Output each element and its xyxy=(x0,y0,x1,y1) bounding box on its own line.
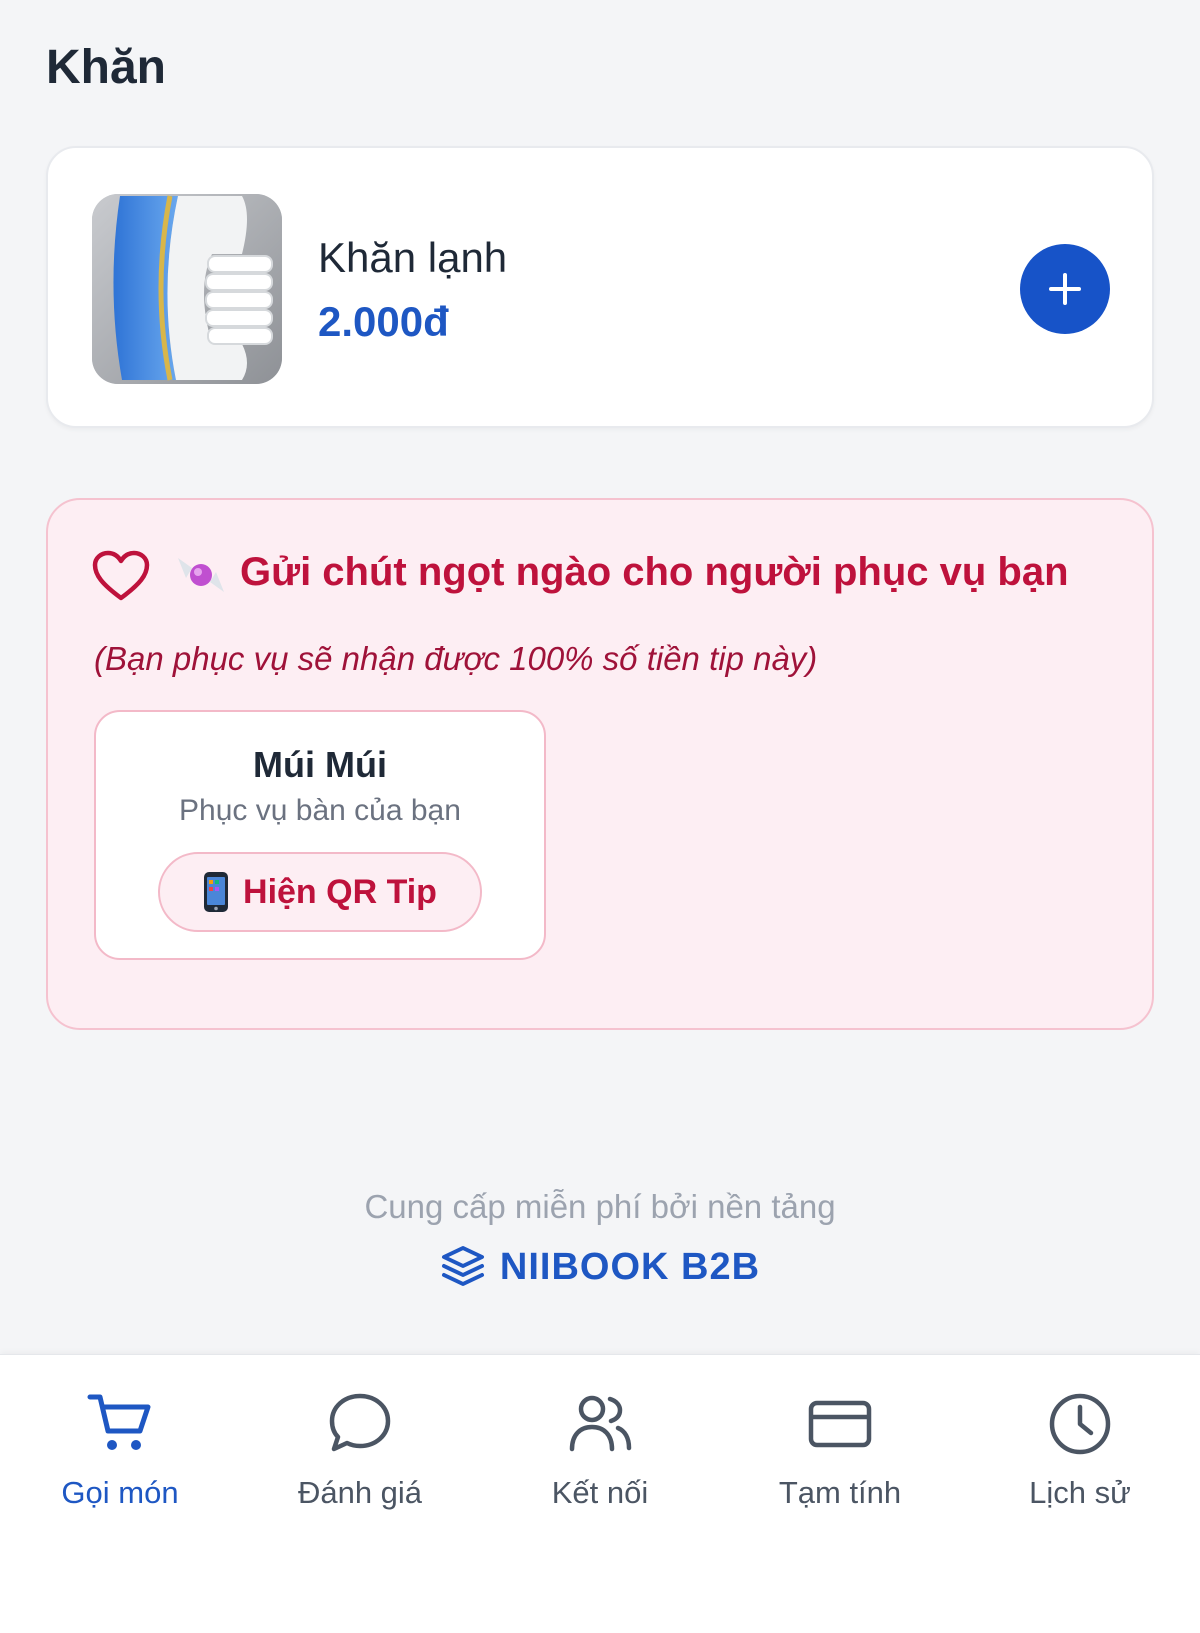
nav-item-subtotal[interactable]: Tạm tính xyxy=(720,1391,960,1521)
nav-label-order: Gọi món xyxy=(61,1475,179,1510)
product-image xyxy=(92,194,282,384)
brand[interactable]: NIIBOOK B2B xyxy=(0,1244,1200,1290)
product-name: Khăn lạnh xyxy=(318,234,508,281)
nav-item-history[interactable]: Lịch sử xyxy=(960,1391,1200,1521)
nav-item-review[interactable]: Đánh giá xyxy=(240,1391,480,1521)
brand-name: NIIBOOK B2B xyxy=(499,1245,761,1288)
footer-provided-by: Cung cấp miễn phí bởi nền tảng xyxy=(364,1188,836,1225)
card-icon xyxy=(808,1400,872,1448)
candy-icon xyxy=(178,558,224,592)
nav-label-connect: Kết nối xyxy=(551,1475,649,1510)
add-to-cart-button[interactable] xyxy=(1020,244,1110,334)
tip-section: Gửi chút ngọt ngào cho người phục vụ bạn… xyxy=(46,498,1154,1030)
show-qr-tip-label: Hiện QR Tip xyxy=(243,872,437,911)
plus-icon xyxy=(1049,273,1081,305)
users-icon xyxy=(569,1395,632,1452)
bottom-nav: Gọi món Đánh giá Kết nối Tạm tính Lịch s… xyxy=(0,1354,1200,1633)
nav-item-connect[interactable]: Kết nối xyxy=(480,1391,720,1521)
clock-icon xyxy=(1049,1393,1111,1455)
tip-subtitle: (Bạn phục vụ sẽ nhận được 100% số tiền t… xyxy=(94,640,818,677)
product-price: 2.000đ xyxy=(318,298,449,345)
nav-item-order[interactable]: Gọi món xyxy=(0,1391,240,1521)
show-qr-tip-button[interactable]: Hiện QR Tip xyxy=(158,852,482,932)
waiter-card: Múi Múi Phục vụ bàn của bạn Hiện QR Tip xyxy=(94,710,546,960)
nav-label-history: Lịch sử xyxy=(1029,1475,1131,1510)
nav-label-subtotal: Tạm tính xyxy=(778,1475,902,1510)
phone-icon xyxy=(204,872,229,912)
product-card[interactable]: Khăn lạnh 2.000đ xyxy=(46,146,1154,428)
chat-icon xyxy=(329,1393,391,1452)
waiter-role: Phục vụ bàn của bạn xyxy=(179,794,461,827)
waiter-name: Múi Múi xyxy=(253,744,387,785)
tip-title: Gửi chút ngọt ngào cho người phục vụ bạn xyxy=(240,550,1069,594)
cart-icon xyxy=(87,1394,151,1450)
nav-label-review: Đánh giá xyxy=(297,1475,423,1510)
section-title: Khăn xyxy=(46,41,166,94)
layers-icon xyxy=(441,1246,484,1286)
heart-icon xyxy=(92,550,150,601)
